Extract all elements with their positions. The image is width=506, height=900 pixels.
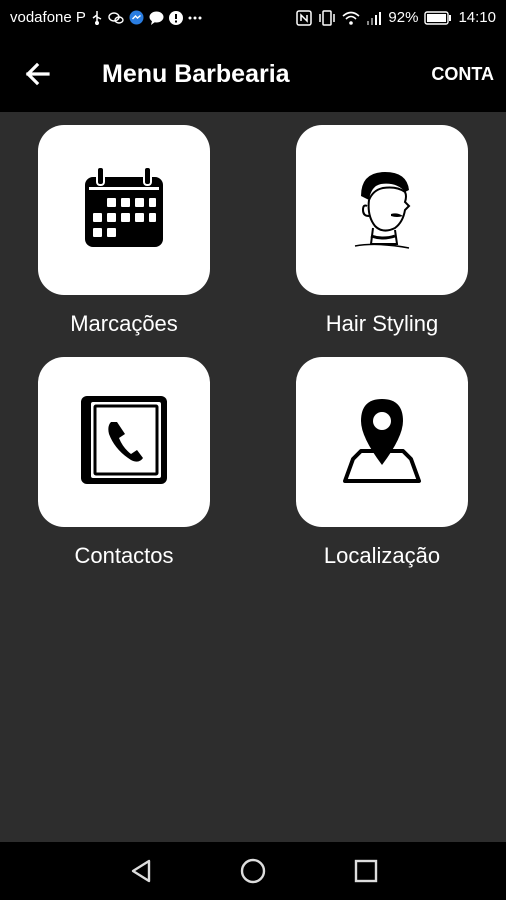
page-title: Menu Barbearia bbox=[102, 60, 290, 88]
messenger-icon bbox=[129, 10, 144, 25]
menu-item-label: Contactos bbox=[74, 543, 174, 568]
menu-item-label: Localização bbox=[323, 543, 441, 568]
more-icon bbox=[188, 16, 202, 20]
status-right: 92% 14:10 bbox=[296, 9, 496, 26]
signal-icon bbox=[366, 11, 382, 25]
wechat-icon bbox=[108, 11, 124, 25]
vibrate-icon bbox=[318, 9, 336, 26]
app-bar: Menu Barbearia CONTA bbox=[0, 36, 506, 112]
wifi-icon bbox=[342, 11, 360, 25]
home-circle-icon bbox=[238, 858, 268, 890]
status-bar: vodafone P 92% 14:10 bbox=[0, 0, 506, 36]
alert-icon bbox=[168, 10, 183, 25]
nav-home-button[interactable] bbox=[238, 856, 268, 886]
tile-icon-box bbox=[38, 357, 210, 527]
tile-icon-box bbox=[296, 357, 468, 527]
map-pin-icon bbox=[339, 395, 425, 490]
usb-icon bbox=[91, 10, 103, 25]
menu-item-contactos[interactable]: Contactos bbox=[38, 357, 210, 569]
carrier-label: vodafone P bbox=[10, 9, 86, 26]
chat-icon bbox=[149, 11, 164, 25]
back-button[interactable] bbox=[20, 56, 56, 92]
nfc-icon bbox=[296, 9, 313, 26]
phone-book-icon bbox=[79, 392, 169, 493]
menu-item-hair-styling[interactable]: Hair Styling bbox=[296, 125, 468, 337]
menu-grid: Marcações Hair Styling Contactos Localiz… bbox=[0, 112, 506, 842]
menu-item-label: Marcações bbox=[70, 311, 178, 336]
tile-icon-box bbox=[296, 125, 468, 295]
tile-icon-box bbox=[38, 125, 210, 295]
menu-item-marcacoes[interactable]: Marcações bbox=[38, 125, 210, 337]
battery-percent: 92% bbox=[388, 9, 419, 26]
back-triangle-icon bbox=[127, 859, 157, 890]
account-button[interactable]: CONTA bbox=[431, 64, 494, 85]
battery-icon bbox=[424, 10, 452, 25]
clock: 14:10 bbox=[458, 9, 496, 26]
nav-recents-button[interactable] bbox=[351, 856, 381, 886]
system-nav-bar bbox=[0, 842, 506, 900]
nav-back-button[interactable] bbox=[127, 856, 157, 886]
menu-item-localizacao[interactable]: Localização bbox=[296, 357, 468, 569]
menu-item-label: Hair Styling bbox=[325, 311, 439, 336]
calendar-icon bbox=[81, 165, 167, 256]
recents-square-icon bbox=[351, 859, 381, 890]
status-left: vodafone P bbox=[10, 9, 202, 26]
barber-portrait-icon bbox=[347, 166, 417, 255]
arrow-back-icon bbox=[20, 62, 56, 96]
